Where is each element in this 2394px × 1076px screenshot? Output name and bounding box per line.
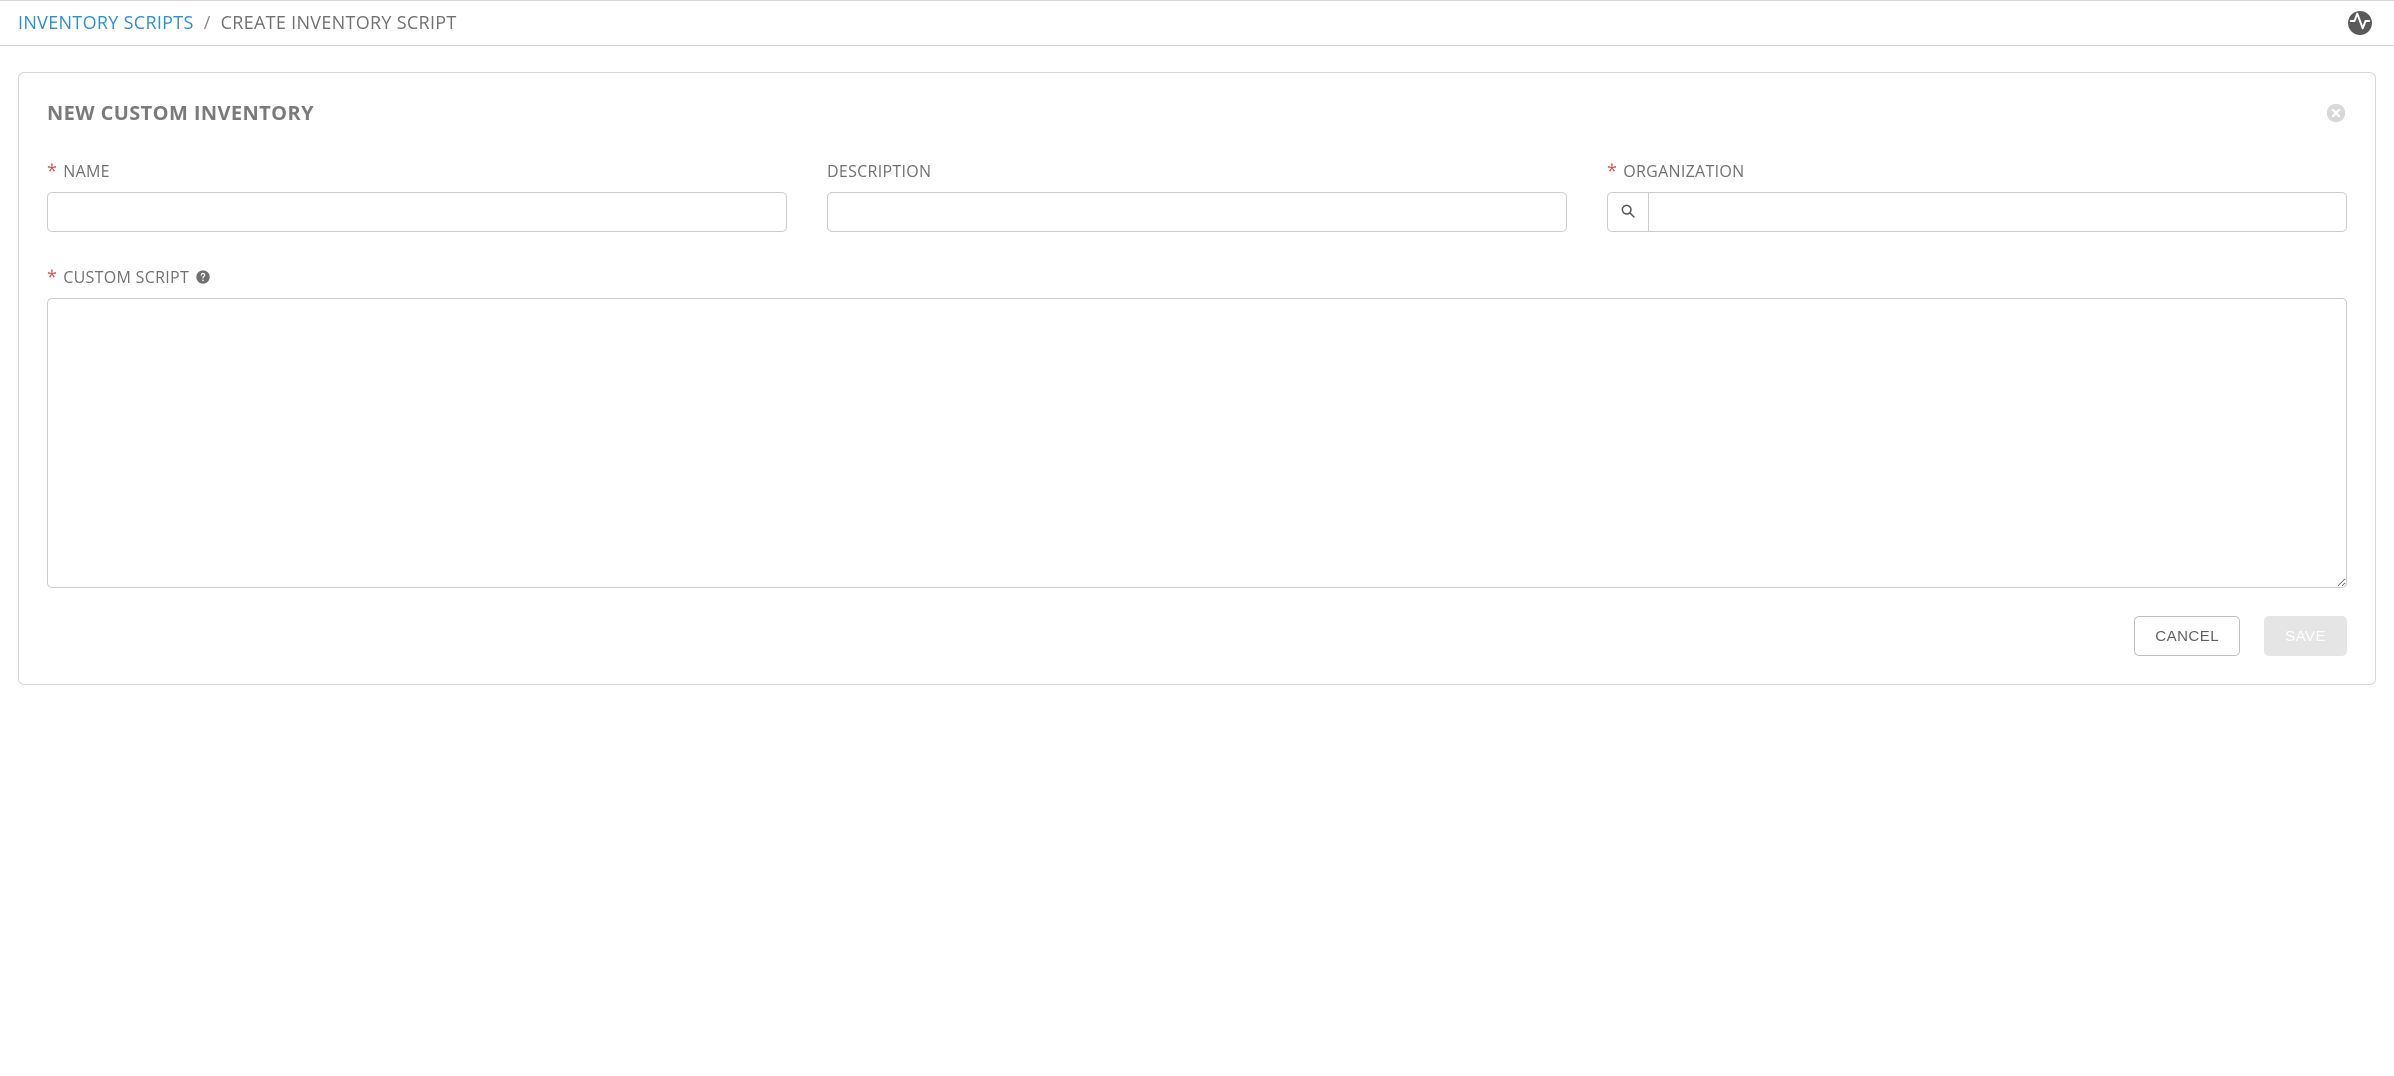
form-actions: CANCEL SAVE: [47, 616, 2347, 656]
required-indicator: *: [1607, 162, 1617, 180]
close-panel-button[interactable]: [2325, 102, 2347, 124]
organization-search-button[interactable]: [1607, 192, 1649, 232]
description-input[interactable]: [827, 192, 1567, 232]
name-input[interactable]: [47, 192, 787, 232]
activity-icon: [2349, 10, 2371, 37]
custom-script-textarea[interactable]: [47, 298, 2347, 588]
required-indicator: *: [47, 162, 57, 180]
breadcrumb-separator: /: [204, 11, 211, 35]
cancel-button[interactable]: CANCEL: [2134, 616, 2240, 656]
save-button[interactable]: SAVE: [2264, 616, 2347, 656]
breadcrumb-current: CREATE INVENTORY SCRIPT: [221, 11, 457, 35]
name-label: * NAME: [47, 160, 787, 182]
form-row-top: * NAME DESCRIPTION * ORGANIZATION: [47, 160, 2347, 232]
organization-label-text: ORGANIZATION: [1623, 160, 1744, 182]
organization-input[interactable]: [1649, 192, 2347, 232]
topbar: INVENTORY SCRIPTS / CREATE INVENTORY SCR…: [0, 0, 2394, 46]
form-group-description: DESCRIPTION: [827, 160, 1567, 232]
custom-script-label: * CUSTOM SCRIPT: [47, 266, 2347, 288]
organization-lookup: [1607, 192, 2347, 232]
description-label: DESCRIPTION: [827, 160, 1567, 182]
custom-script-label-text: CUSTOM SCRIPT: [63, 266, 189, 288]
breadcrumb-root-link[interactable]: INVENTORY SCRIPTS: [18, 11, 194, 35]
description-label-text: DESCRIPTION: [827, 160, 931, 182]
page-body: NEW CUSTOM INVENTORY * NAME: [0, 46, 2394, 715]
form-group-custom-script: * CUSTOM SCRIPT: [47, 266, 2347, 588]
breadcrumb: INVENTORY SCRIPTS / CREATE INVENTORY SCR…: [18, 11, 457, 35]
form-group-name: * NAME: [47, 160, 787, 232]
search-icon: [1620, 203, 1636, 222]
organization-label: * ORGANIZATION: [1607, 160, 2347, 182]
panel-header: NEW CUSTOM INVENTORY: [47, 99, 2347, 126]
close-icon: [2325, 102, 2347, 124]
form-panel: NEW CUSTOM INVENTORY * NAME: [18, 72, 2376, 685]
required-indicator: *: [47, 268, 57, 286]
panel-title: NEW CUSTOM INVENTORY: [47, 99, 314, 126]
activity-stream-button[interactable]: [2348, 11, 2372, 35]
name-label-text: NAME: [63, 160, 110, 182]
form-group-organization: * ORGANIZATION: [1607, 160, 2347, 232]
help-icon[interactable]: [195, 269, 211, 285]
